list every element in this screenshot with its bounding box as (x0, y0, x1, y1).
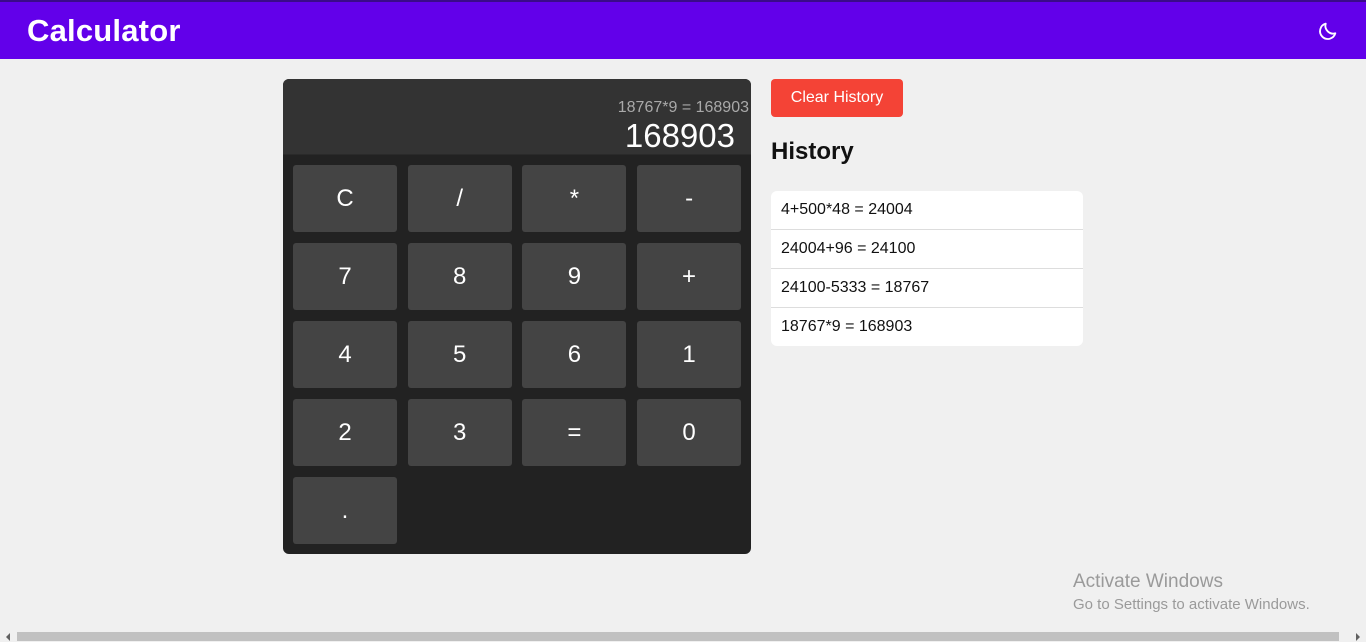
digit-6-key[interactable]: 6 (522, 321, 627, 388)
watermark-subtitle: Go to Settings to activate Windows. (1073, 596, 1310, 613)
digit-2-key[interactable]: 2 (293, 399, 397, 466)
history-heading: History (771, 138, 854, 165)
clear-key[interactable]: C (293, 165, 397, 232)
digit-4-key[interactable]: 4 (293, 321, 397, 388)
horizontal-scrollbar[interactable] (0, 630, 1366, 642)
display-value: 168903 (624, 117, 735, 154)
calculator: 18767*9 = 168903 168903 C / * - 7 8 9 + … (283, 79, 751, 554)
subtract-key[interactable]: - (637, 165, 742, 232)
decimal-key[interactable]: . (293, 477, 397, 544)
digit-7-key[interactable]: 7 (293, 243, 397, 310)
clear-history-button[interactable]: Clear History (771, 79, 903, 117)
history-item[interactable]: 18767*9 = 168903 (771, 308, 1083, 346)
calculator-display: 18767*9 = 168903 168903 (283, 79, 751, 155)
history-item[interactable]: 24004+96 = 24100 (771, 230, 1083, 269)
history-item[interactable]: 4+500*48 = 24004 (771, 191, 1083, 230)
scroll-left-arrow-icon[interactable] (6, 633, 10, 641)
digit-0-key[interactable]: 0 (637, 399, 742, 466)
moon-icon[interactable] (1316, 19, 1340, 43)
history-list: 4+500*48 = 24004 24004+96 = 24100 24100-… (771, 191, 1083, 346)
scroll-right-arrow-icon[interactable] (1356, 633, 1360, 641)
equals-key[interactable]: = (522, 399, 627, 466)
digit-5-key[interactable]: 5 (407, 321, 512, 388)
watermark-title: Activate Windows (1073, 571, 1223, 592)
keypad: C / * - 7 8 9 + 4 5 6 1 2 3 = 0 . (293, 165, 742, 544)
scrollbar-thumb[interactable] (17, 632, 1339, 641)
multiply-key[interactable]: * (522, 165, 627, 232)
digit-9-key[interactable]: 9 (522, 243, 627, 310)
add-key[interactable]: + (637, 243, 742, 310)
digit-8-key[interactable]: 8 (407, 243, 512, 310)
activate-windows-watermark: Activate Windows Go to Settings to activ… (1073, 571, 1310, 613)
app-header: Calculator (0, 0, 1366, 59)
display-expression: 18767*9 = 168903 (617, 99, 749, 116)
history-item[interactable]: 24100-5333 = 18767 (771, 269, 1083, 308)
divide-key[interactable]: / (407, 165, 512, 232)
app-title: Calculator (27, 12, 181, 48)
digit-3-key[interactable]: 3 (407, 399, 512, 466)
digit-1-key[interactable]: 1 (637, 321, 742, 388)
